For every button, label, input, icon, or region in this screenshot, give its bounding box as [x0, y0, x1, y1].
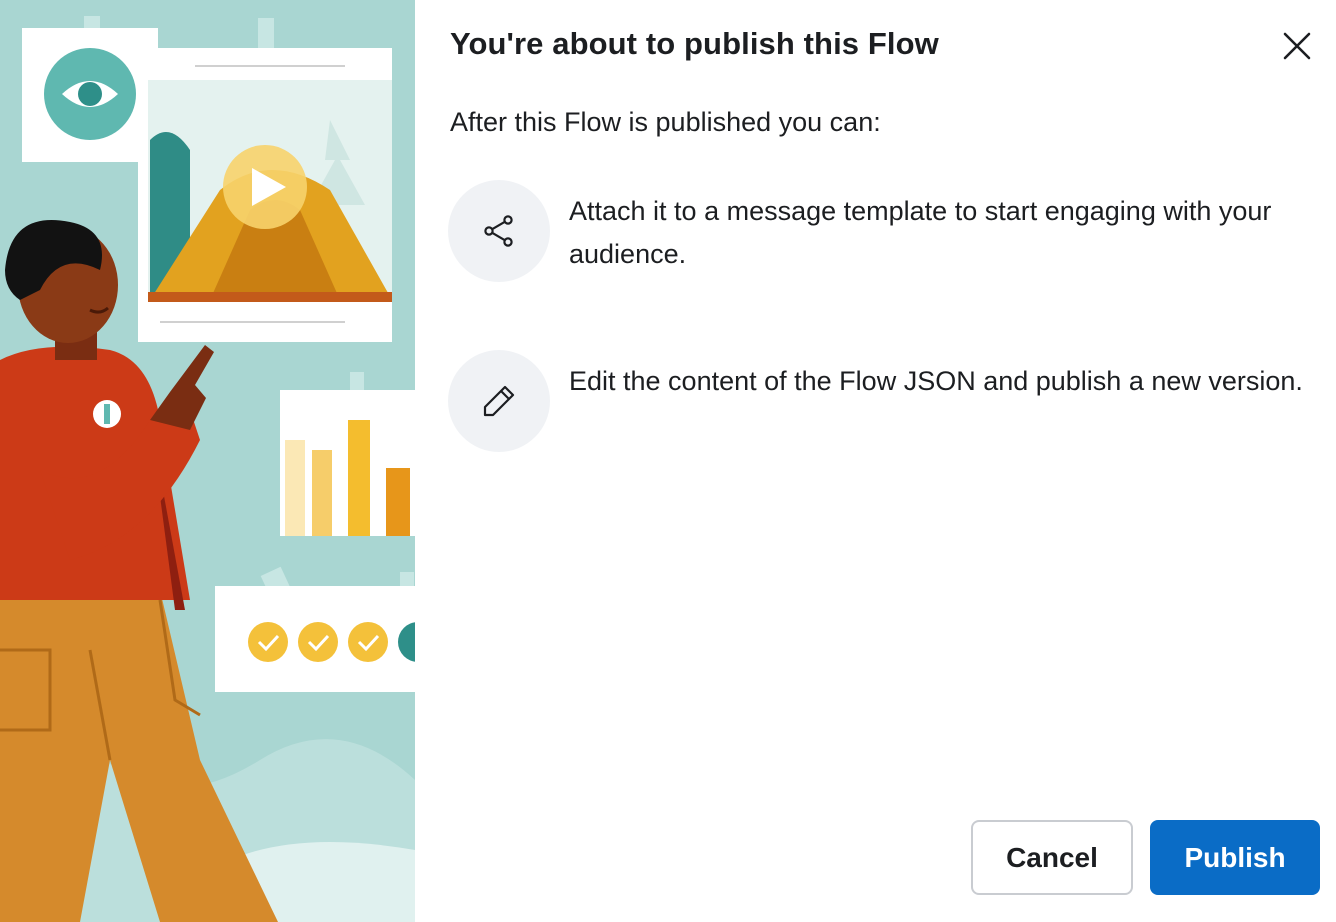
- feature-edit-json: Edit the content of the Flow JSON and pu…: [448, 350, 1318, 460]
- publish-flow-dialog: You're about to publish this Flow After …: [415, 0, 1336, 922]
- feature-icon-circle: [448, 180, 550, 282]
- feature-text: Edit the content of the Flow JSON and pu…: [569, 366, 1303, 396]
- person-presenting-illustration: [0, 0, 415, 922]
- cancel-button[interactable]: Cancel: [971, 820, 1133, 895]
- feature-icon-circle: [448, 350, 550, 452]
- dialog-subtitle: After this Flow is published you can:: [450, 107, 881, 137]
- publish-button[interactable]: Publish: [1150, 820, 1320, 895]
- share-icon: [484, 215, 513, 247]
- play-icon: [223, 145, 307, 229]
- eye-icon: [44, 48, 136, 140]
- feature-text: Attach it to a message template to start…: [569, 196, 1272, 269]
- close-button[interactable]: [1273, 22, 1321, 70]
- dialog-title: You're about to publish this Flow: [450, 26, 939, 61]
- close-icon: [1283, 32, 1311, 60]
- pencil-icon: [483, 385, 515, 417]
- illustration-panel: [0, 0, 415, 922]
- feature-attach-template: Attach it to a message template to start…: [448, 180, 1318, 290]
